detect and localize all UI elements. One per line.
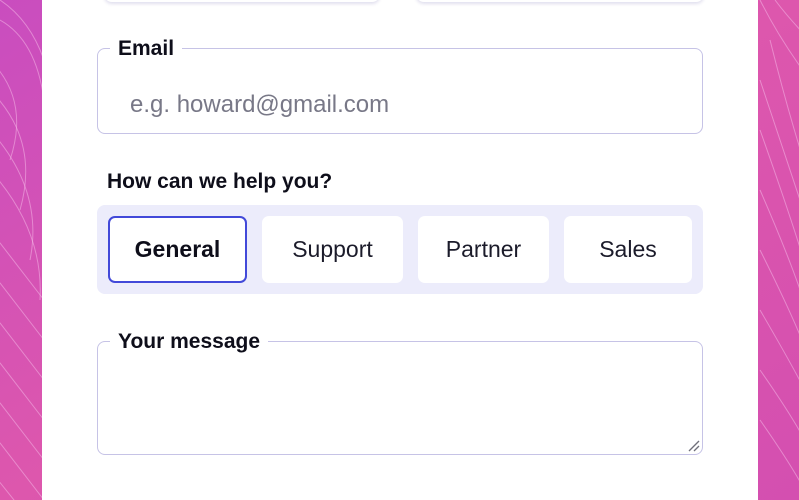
help-topic-segmented-control: General Support Partner Sales bbox=[97, 205, 703, 294]
email-label: Email bbox=[118, 37, 175, 60]
contact-form-card: Email How can we help you? General Suppo… bbox=[42, 0, 758, 500]
message-label: Your message bbox=[118, 330, 261, 353]
message-textarea[interactable] bbox=[114, 378, 684, 466]
resize-grip-icon[interactable] bbox=[686, 438, 700, 452]
help-question-label: How can we help you? bbox=[107, 170, 333, 193]
message-field: Your message bbox=[97, 330, 703, 466]
topic-general-button[interactable]: General bbox=[108, 216, 247, 283]
previous-field-left[interactable] bbox=[104, 0, 380, 2]
topic-partner-button[interactable]: Partner bbox=[418, 216, 549, 283]
email-input[interactable] bbox=[130, 87, 670, 123]
previous-field-right[interactable] bbox=[416, 0, 704, 2]
topic-support-button[interactable]: Support bbox=[262, 216, 403, 283]
email-field: Email bbox=[97, 38, 703, 134]
topic-sales-button[interactable]: Sales bbox=[564, 216, 692, 283]
